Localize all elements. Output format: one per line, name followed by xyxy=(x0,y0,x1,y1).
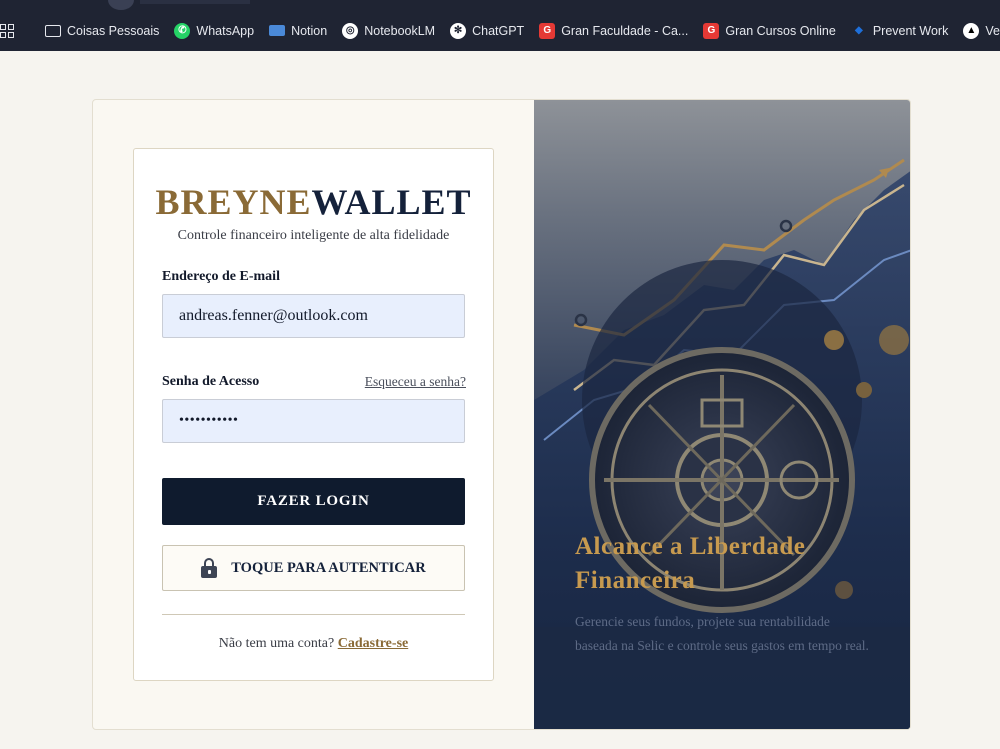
bookmark-label: Gran Cursos Online xyxy=(725,23,836,38)
tab-favicon xyxy=(108,0,134,10)
chatgpt-icon: ✻ xyxy=(450,22,467,39)
bookmark-label: Gran Faculdade - Ca... xyxy=(561,23,689,38)
gran-icon: G xyxy=(539,22,556,39)
bookmark-gran-faculdade[interactable]: G Gran Faculdade - Ca... xyxy=(539,22,689,39)
bookmark-label: NotebookLM xyxy=(364,23,436,38)
divider xyxy=(162,614,465,615)
brand-part1: BREYNE xyxy=(155,182,312,222)
touch-auth-button[interactable]: TOQUE PARA AUTENTICAR xyxy=(162,545,465,591)
bookmark-notion[interactable]: Notion xyxy=(269,24,327,38)
bookmark-vercel[interactable]: ▲ Vercel xyxy=(963,22,1000,39)
password-field[interactable]: ••••••••••• xyxy=(162,399,465,443)
auth-card: BREYNEWALLET Controle financeiro intelig… xyxy=(92,99,911,730)
bookmark-chatgpt[interactable]: ✻ ChatGPT xyxy=(450,22,525,39)
bookmark-label: Prevent Work xyxy=(872,23,949,38)
vercel-icon: ▲ xyxy=(963,22,980,39)
hero-subtitle: Gerencie seus fundos, projete sua rentab… xyxy=(575,614,869,653)
bookmark-label: Coisas Pessoais xyxy=(67,23,160,38)
bookmark-gran-cursos[interactable]: G Gran Cursos Online xyxy=(703,22,836,39)
apps-grid-icon[interactable] xyxy=(0,23,14,38)
bookmark-label: WhatsApp xyxy=(196,23,255,38)
lock-icon xyxy=(201,558,218,578)
bookmark-label: Notion xyxy=(291,23,328,38)
brand-logo: BREYNEWALLET xyxy=(134,181,493,223)
bookmark-label: ChatGPT xyxy=(472,23,525,38)
touch-auth-label: TOQUE PARA AUTENTICAR xyxy=(231,559,426,576)
folder-icon xyxy=(45,24,61,37)
hero-panel: Alcance a Liberdade Financeira Gerencie … xyxy=(534,100,910,729)
email-field[interactable]: andreas.fenner@outlook.com xyxy=(162,294,465,338)
hero-title: Alcance a Liberdade Financeira xyxy=(575,533,806,594)
forgot-password-link[interactable]: Esqueceu a senha? xyxy=(365,374,466,390)
login-panel: BREYNEWALLET Controle financeiro intelig… xyxy=(133,148,494,681)
password-label: Senha de Acesso xyxy=(162,374,260,389)
signup-prompt: Não tem uma conta? Cadastre-se xyxy=(134,636,493,652)
whatsapp-icon: ✆ xyxy=(174,22,191,39)
signup-link[interactable]: Cadastre-se xyxy=(338,636,409,651)
brand-tagline: Controle financeiro inteligente de alta … xyxy=(177,228,450,243)
bookmark-prevent-work[interactable]: ◆ Prevent Work xyxy=(851,23,949,39)
email-label: Endereço de E-mail xyxy=(162,269,280,284)
notebooklm-icon: ◎ xyxy=(342,22,359,39)
prevent-icon: ◆ xyxy=(854,25,863,36)
tab-title-bar xyxy=(140,0,250,4)
signup-prefix: Não tem uma conta? xyxy=(218,636,338,651)
bookmark-whatsapp[interactable]: ✆ WhatsApp xyxy=(174,22,255,39)
bookmark-label: Vercel xyxy=(985,23,1000,38)
bookmark-notebooklm[interactable]: ◎ NotebookLM xyxy=(342,22,436,39)
bookmark-coisas-pessoais[interactable]: Coisas Pessoais xyxy=(45,24,159,38)
gran-icon: G xyxy=(703,22,720,39)
login-button[interactable]: FAZER LOGIN xyxy=(162,478,465,525)
brand-part2: WALLET xyxy=(311,182,472,222)
notion-icon xyxy=(269,25,286,36)
browser-tab-strip xyxy=(0,0,1000,10)
bookmarks-bar: Coisas Pessoais ✆ WhatsApp Notion ◎ Notebo… xyxy=(0,10,1000,51)
